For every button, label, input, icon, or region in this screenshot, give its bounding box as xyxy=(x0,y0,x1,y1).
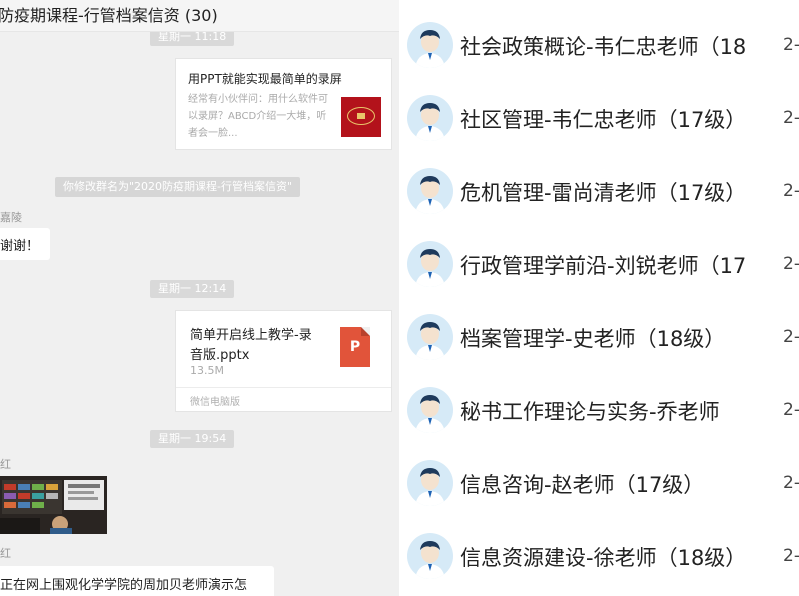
course-list-item[interactable]: 社区管理-韦仁忠老师（17级） 2- xyxy=(399,81,799,154)
message-text: 谢谢！ xyxy=(0,239,40,254)
course-list-item[interactable]: 行政管理学前沿-刘锐老师（17 2- xyxy=(399,227,799,300)
pptx-file-letter: P xyxy=(349,339,361,355)
user-avatar-icon xyxy=(407,387,453,433)
user-avatar-icon xyxy=(407,460,453,506)
chat-title: 防疫期课程-行管档案信资 (30) xyxy=(0,6,218,25)
course-list-item[interactable]: 信息咨询-赵老师（17级） 2- xyxy=(399,446,799,519)
file-card-source: 微信电脑版 xyxy=(190,397,240,408)
course-date: 2- xyxy=(783,108,799,128)
course-date: 2- xyxy=(783,35,799,55)
course-title: 信息咨询-赵老师（17级） xyxy=(460,473,705,497)
course-title: 危机管理-雷尚清老师（17级） xyxy=(460,181,747,205)
message-sender: 红 xyxy=(0,547,11,560)
course-title: 社区管理-韦仁忠老师（17级） xyxy=(460,108,747,132)
course-title: 档案管理学-史老师（18级） xyxy=(460,327,726,351)
file-card[interactable]: 简单开启线上教学-录 音版.pptx 13.5M P 微信电脑版 xyxy=(175,310,392,412)
course-date: 2- xyxy=(783,473,799,493)
course-date: 2- xyxy=(783,327,799,347)
timestamp: 星期一 12:14 xyxy=(150,280,235,298)
message-sender: 嘉陵 xyxy=(0,211,22,224)
message-text: 正在网上围观化学学院的周加贝老师演示怎 xyxy=(0,578,248,593)
user-avatar-icon xyxy=(407,168,453,214)
user-avatar-icon xyxy=(407,241,453,287)
course-list-item[interactable]: 信息资源建设-徐老师（18级） 2- xyxy=(399,519,799,592)
course-list-item[interactable]: 档案管理学-史老师（18级） 2- xyxy=(399,300,799,373)
course-date: 2- xyxy=(783,181,799,201)
system-message: 你修改群名为"2020防疫期课程-行管档案信资" xyxy=(55,177,301,197)
course-list-item[interactable]: 秘书工作理论与实务-乔老师 2- xyxy=(399,373,799,446)
course-title: 秘书工作理论与实务-乔老师 xyxy=(460,400,720,424)
link-card-thumbnail xyxy=(341,97,381,137)
course-date: 2- xyxy=(783,254,799,274)
message-bubble[interactable]: 正在网上围观化学学院的周加贝老师演示怎 xyxy=(0,566,274,596)
user-avatar-icon xyxy=(407,95,453,141)
user-avatar-icon xyxy=(407,533,453,579)
user-avatar-icon xyxy=(407,22,453,68)
course-title: 社会政策概论-韦仁忠老师（18 xyxy=(460,35,747,59)
link-card-desc: 经常有小伙伴问：用什么软件可以录屏？ABCD介绍一大堆，听者会一脸... xyxy=(188,94,328,139)
user-avatar-icon xyxy=(407,314,453,360)
pptx-file-icon: P xyxy=(340,327,370,367)
chat-window: 防疫期课程-行管档案信资 (30) 星期一 11:18 用PPT就能实现最简单的… xyxy=(0,0,399,596)
course-list: 社会政策概论-韦仁忠老师（18 2- 社区管理-韦仁忠老师（17级） 2- 危机… xyxy=(399,0,799,596)
screenshot-preview xyxy=(0,476,107,534)
file-name-line2: 音版.pptx xyxy=(190,348,250,363)
course-list-item[interactable]: 危机管理-雷尚清老师（17级） 2- xyxy=(399,154,799,227)
link-card[interactable]: 用PPT就能实现最简单的录屏 经常有小伙伴问：用什么软件可以录屏？ABCD介绍一… xyxy=(175,58,392,150)
chat-header: 防疫期课程-行管档案信资 (30) xyxy=(0,0,399,32)
link-card-title: 用PPT就能实现最简单的录屏 xyxy=(188,72,342,86)
image-message[interactable] xyxy=(0,476,107,534)
timestamp: 星期一 19:54 xyxy=(150,430,235,448)
course-date: 2- xyxy=(783,400,799,420)
course-list-item[interactable]: 社会政策概论-韦仁忠老师（18 2- xyxy=(399,8,799,81)
course-date: 2- xyxy=(783,546,799,566)
course-title: 行政管理学前沿-刘锐老师（17 xyxy=(460,254,747,278)
file-name-line1: 简单开启线上教学-录 xyxy=(190,328,312,343)
message-bubble[interactable]: 谢谢！ xyxy=(0,228,50,260)
message-sender: 红 xyxy=(0,458,11,471)
course-title: 信息资源建设-徐老师（18级） xyxy=(460,546,747,570)
file-size: 13.5M xyxy=(190,364,224,377)
screenshot-root: 防疫期课程-行管档案信资 (30) 星期一 11:18 用PPT就能实现最简单的… xyxy=(0,0,799,596)
